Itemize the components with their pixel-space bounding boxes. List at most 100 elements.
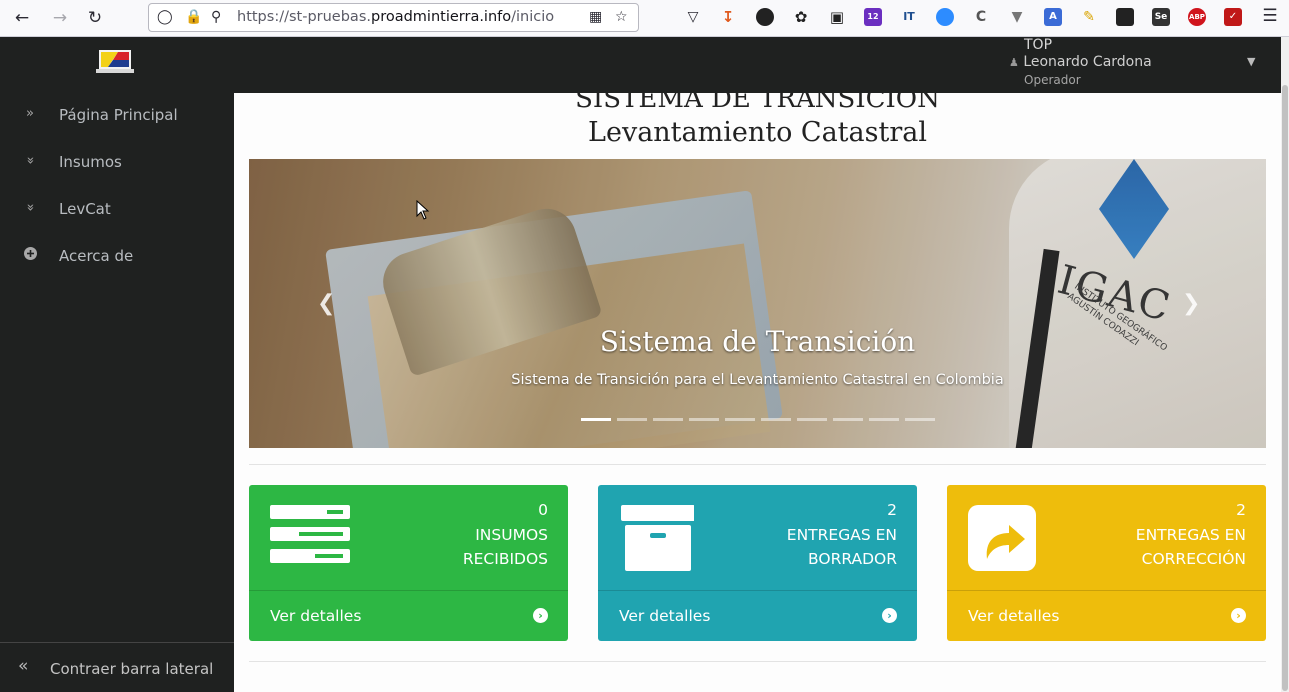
mouse-cursor-icon [416,200,430,220]
carousel-indicator[interactable] [617,418,647,421]
extension-c-icon[interactable]: C [972,8,990,26]
card-link-label: Ver detalles [968,607,1060,625]
extension-adblock-icon[interactable]: ABP [1188,8,1206,26]
sidebar-item-label: LevCat [59,200,111,218]
user-tag: TOP [1024,37,1053,53]
reload-icon[interactable]: ↻ [83,6,107,30]
extension-selenium-icon[interactable]: Se [1152,8,1170,26]
carousel-indicator[interactable] [725,418,755,421]
extension-gnome-icon[interactable]: ✿ [792,8,810,26]
page-title: SISTEMA DE TRANSICIÓN [575,93,940,114]
lock-icon[interactable]: 🔒 [185,9,202,25]
arrow-right-circle-icon: › [882,608,897,623]
hamburger-menu-icon[interactable]: ☰ [1260,6,1280,26]
card-details-link[interactable]: Ver detalles › [598,590,917,641]
card-count: 0 [538,501,548,519]
plus-circle-icon [23,247,37,264]
carousel-indicator[interactable] [833,418,863,421]
qr-code-icon[interactable]: ▦ [589,9,602,25]
user-role: Operador [1024,73,1081,87]
card-details-link[interactable]: Ver detalles › [249,590,568,641]
url-text[interactable]: https://st-pruebas.proadmintierra.info/i… [237,9,554,25]
card-insumos-recibidos: 0 INSUMOS RECIBIDOS Ver detalles › [249,485,568,641]
caret-down-icon[interactable]: ▼ [1247,55,1255,68]
extension-red-icon[interactable]: ✓ [1224,8,1242,26]
sidebar-item-insumos[interactable]: » Insumos [0,144,234,184]
carousel-next-icon[interactable]: ❯ [1182,291,1200,316]
carousel-indicator[interactable] [689,418,719,421]
sidebar-item-label: Acerca de [59,247,134,265]
card-entregas-borrador: 2 ENTREGAS EN BORRADOR Ver detalles › [598,485,917,641]
server-stack-icon [270,505,350,563]
arrow-right-circle-icon: › [533,608,548,623]
card-label: ENTREGAS EN CORRECCIÓN [1135,526,1246,568]
card-link-label: Ver detalles [619,607,711,625]
divider [249,661,1266,662]
card-link-label: Ver detalles [270,607,362,625]
card-header: 2 ENTREGAS EN BORRADOR [598,485,917,590]
extension-pen-icon[interactable]: ✎ [1080,8,1098,26]
extension-it-icon[interactable]: IT [900,8,918,26]
page-scrollbar[interactable] [1281,37,1289,692]
app-logo[interactable] [96,48,134,74]
main-content: SISTEMA DE TRANSICIÓN Levantamiento Cata… [234,93,1281,692]
card-label: INSUMOS RECIBIDOS [462,526,548,568]
double-chevron-down-icon: » [22,156,38,165]
carousel-shade [249,159,1266,448]
share-arrow-icon [968,505,1036,571]
card-label: ENTREGAS EN BORRADOR [786,526,897,568]
page-subtitle: Levantamiento Catastral [588,117,927,148]
card-details-link[interactable]: Ver detalles › [947,590,1266,641]
sidebar-item-label: Página Principal [59,106,178,124]
scrollbar-thumb[interactable] [1282,85,1288,691]
sidebar: » Página Principal » Insumos » LevCat Ac… [0,93,234,692]
extension-translate-icon[interactable]: A [1044,8,1062,26]
sidebar-item-levcat[interactable]: » LevCat [0,191,234,231]
card-header: 2 ENTREGAS EN CORRECCIÓN [947,485,1266,590]
key-icon[interactable]: ⚲ [211,9,221,25]
download-icon[interactable]: ↧ [719,8,737,26]
collapse-sidebar-label: Contraer barra lateral [50,660,214,678]
extension-grid-icon[interactable]: ▣ [828,8,846,26]
extension-ublock-icon[interactable] [756,8,774,26]
divider [249,464,1266,465]
carousel-indicator[interactable] [797,418,827,421]
card-header: 0 INSUMOS RECIBIDOS [249,485,568,590]
extension-figma-icon[interactable] [1116,8,1134,26]
browser-toolbar: ← → ↻ ◯ 🔒 ⚲ https://st-pruebas.proadmint… [0,0,1289,37]
card-entregas-correccion: 2 ENTREGAS EN CORRECCIÓN Ver detalles › [947,485,1266,641]
address-bar[interactable]: ◯ 🔒 ⚲ https://st-pruebas.proadmintierra.… [148,3,639,32]
bookmark-star-icon[interactable]: ☆ [615,9,628,25]
user-icon: ♟ [1009,56,1019,69]
carousel-indicator[interactable] [905,418,935,421]
extension-v-icon[interactable]: ▼ [1008,8,1026,26]
collapse-sidebar-button[interactable]: « Contraer barra lateral [0,642,234,692]
card-count: 2 [1236,501,1246,519]
sidebar-item-pagina-principal[interactable]: » Página Principal [0,97,234,137]
carousel-caption-title: Sistema de Transición [599,325,916,358]
extension-badge-icon[interactable]: 12 [864,8,882,26]
sidebar-item-acerca-de[interactable]: Acerca de [0,238,234,278]
sidebar-item-label: Insumos [59,153,122,171]
double-chevron-right-icon: » [26,106,34,121]
user-menu[interactable]: TOP ♟ Leonardo Cardona Operador ▼ [1009,37,1279,93]
carousel[interactable]: IGAC INSTITUTO GEOGRÁFICO AGUSTÍN CODAZZ… [249,159,1266,448]
pocket-icon[interactable]: ▽ [684,8,702,26]
carousel-indicator[interactable] [761,418,791,421]
arrow-right-circle-icon: › [1231,608,1246,623]
carousel-indicator[interactable] [581,418,611,421]
carousel-indicator[interactable] [653,418,683,421]
card-count: 2 [887,501,897,519]
double-chevron-left-icon: « [18,656,29,676]
archive-box-icon [621,505,694,571]
carousel-indicator[interactable] [869,418,899,421]
carousel-caption-subtitle: Sistema de Transición para el Levantamie… [511,372,1004,388]
app-header: TOP ♟ Leonardo Cardona Operador ▼ [0,37,1289,93]
back-icon[interactable]: ← [10,6,34,30]
user-name: ♟ Leonardo Cardona [1009,54,1152,70]
extension-zoom-icon[interactable] [936,8,954,26]
double-chevron-down-icon: » [22,203,38,212]
forward-icon[interactable]: → [48,6,72,30]
carousel-prev-icon[interactable]: ❮ [317,291,335,316]
shield-icon[interactable]: ◯ [157,9,173,25]
